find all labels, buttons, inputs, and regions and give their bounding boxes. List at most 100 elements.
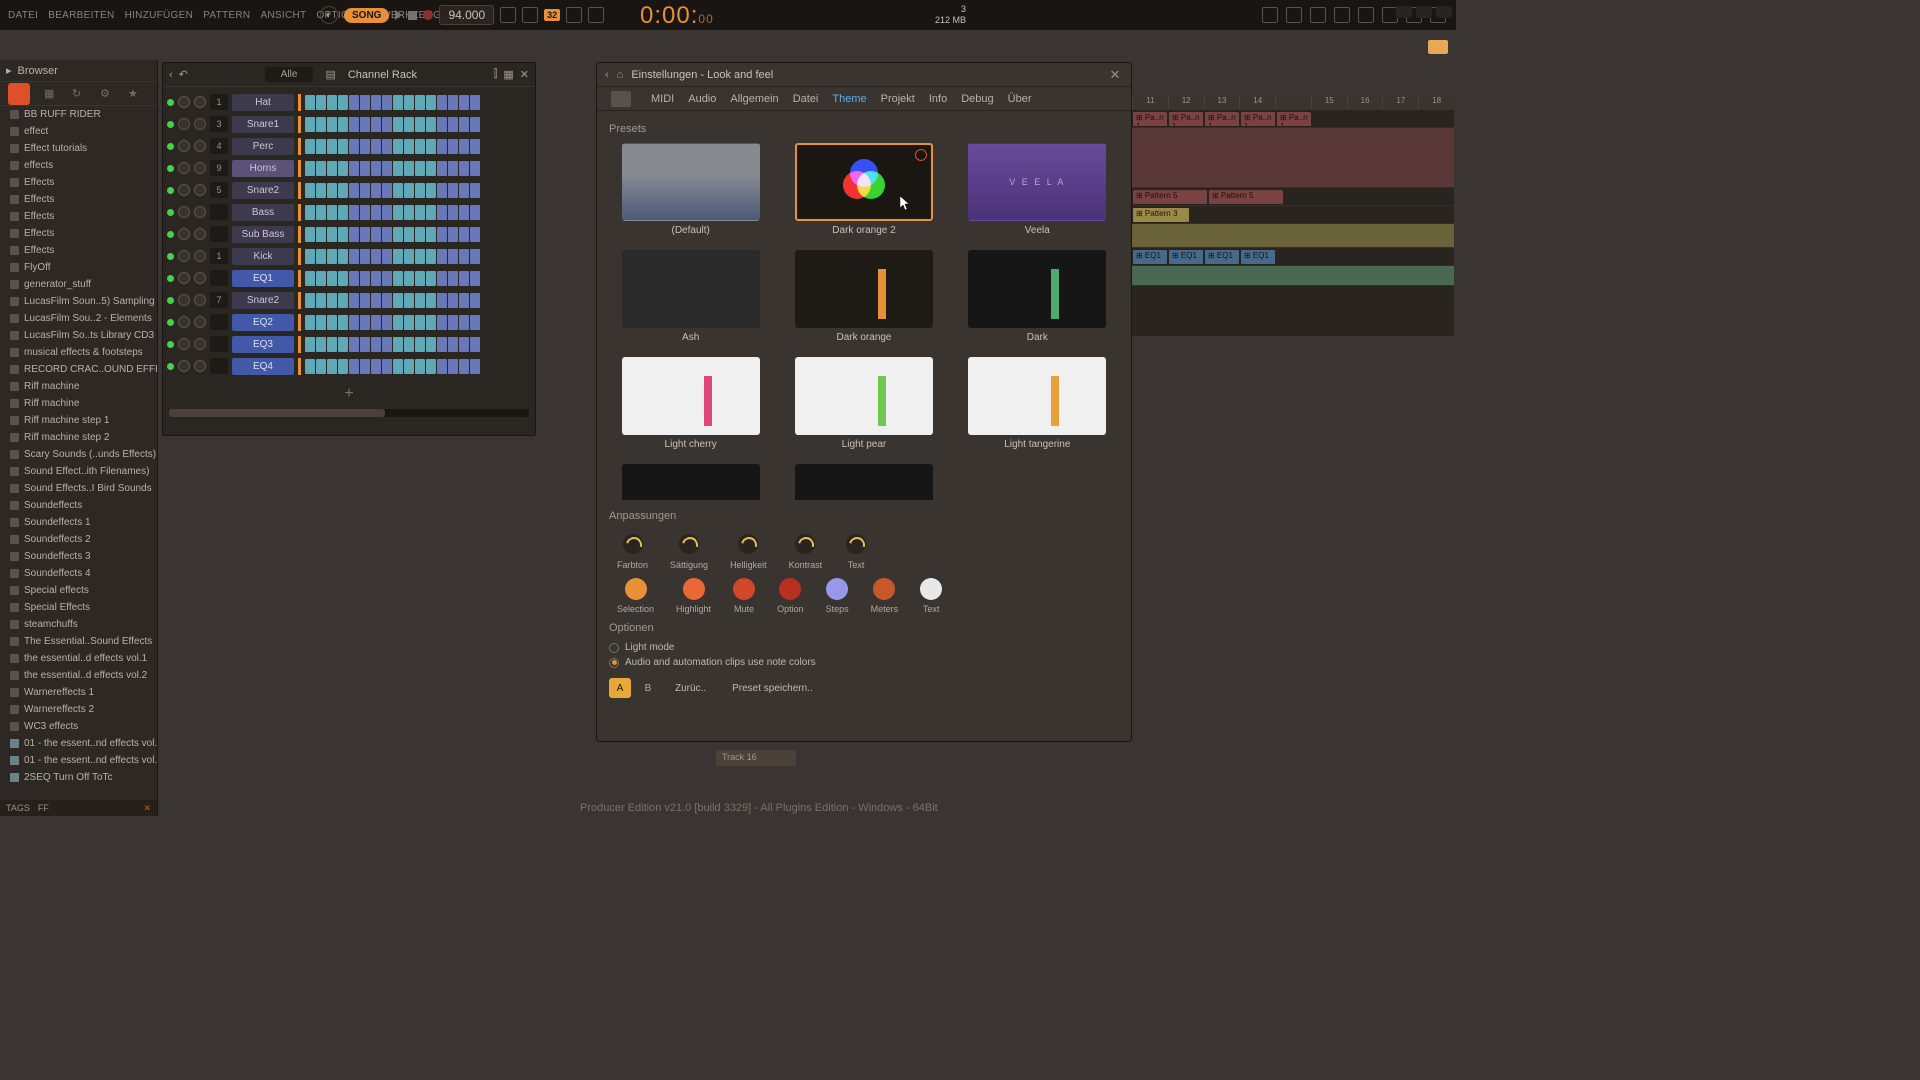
menu-pattern[interactable]: PATTERN	[199, 8, 254, 23]
browser-item[interactable]: BB RUFF RIDER	[0, 106, 157, 123]
step[interactable]	[382, 293, 392, 308]
collapse-icon[interactable]: ▸	[6, 64, 12, 77]
step[interactable]	[426, 337, 436, 352]
reset-button[interactable]: Zurüc..	[665, 680, 716, 697]
pan-knob[interactable]	[178, 360, 190, 372]
step[interactable]	[426, 359, 436, 374]
mute-led[interactable]	[167, 341, 174, 348]
menu-icon[interactable]: ▤	[325, 68, 335, 81]
browser-item[interactable]: RECORD CRAC..OUND EFFECT	[0, 361, 157, 378]
channel-name[interactable]: EQ1	[232, 270, 294, 287]
step[interactable]	[305, 315, 315, 330]
browser-item[interactable]: Riff machine	[0, 378, 157, 395]
channel-number[interactable]: 5	[210, 182, 228, 198]
step[interactable]	[426, 139, 436, 154]
browser-item[interactable]: 01 - the essent..nd effects vol.2	[0, 752, 157, 769]
browser-item[interactable]: Riff machine	[0, 395, 157, 412]
light-mode-option[interactable]: Light mode	[609, 642, 1119, 653]
clip[interactable]: ⊞ Pattern 3	[1133, 208, 1189, 222]
close-button[interactable]	[1436, 6, 1452, 18]
channel-number[interactable]: 1	[210, 94, 228, 110]
step[interactable]	[360, 205, 370, 220]
step[interactable]	[338, 293, 348, 308]
browser-item[interactable]: Effects	[0, 191, 157, 208]
vol-knob[interactable]	[194, 294, 206, 306]
browser-item[interactable]: Soundeffects 1	[0, 514, 157, 531]
step[interactable]	[316, 359, 326, 374]
browser-item[interactable]: generator_stuff	[0, 276, 157, 293]
channel-number[interactable]: 4	[210, 138, 228, 154]
song-mode-button[interactable]: SONG	[344, 8, 389, 23]
step[interactable]	[393, 359, 403, 374]
color-swatch[interactable]	[873, 578, 895, 600]
knob-dial[interactable]	[844, 532, 868, 556]
close-icon[interactable]: ✕	[520, 68, 529, 81]
mute-led[interactable]	[167, 319, 174, 326]
tab-midi[interactable]: MIDI	[651, 93, 674, 105]
step[interactable]	[305, 337, 315, 352]
channel-number[interactable]: 9	[210, 160, 228, 176]
vol-knob[interactable]	[194, 206, 206, 218]
browser-item[interactable]: the essential..d effects vol.1	[0, 650, 157, 667]
step[interactable]	[327, 249, 337, 264]
browser-item[interactable]: Sound Effect..ith Filenames)	[0, 463, 157, 480]
tab-projekt[interactable]: Projekt	[881, 93, 915, 105]
tag-close-icon[interactable]: ✕	[143, 803, 151, 814]
step[interactable]	[349, 161, 359, 176]
step[interactable]	[349, 227, 359, 242]
preset-dark[interactable]: Dark	[956, 250, 1119, 343]
step[interactable]	[415, 139, 425, 154]
mute-led[interactable]	[167, 209, 174, 216]
step[interactable]	[459, 337, 469, 352]
step[interactable]	[437, 293, 447, 308]
pan-knob[interactable]	[178, 206, 190, 218]
tab-theme[interactable]: Theme	[832, 93, 866, 105]
channel-selector[interactable]	[298, 226, 301, 243]
step[interactable]	[349, 359, 359, 374]
pan-knob[interactable]	[178, 96, 190, 108]
channel-name[interactable]: Sub Bass	[232, 226, 294, 243]
channel-name[interactable]: Snare1	[232, 116, 294, 133]
browser-item[interactable]: LucasFilm Soun..5) Sampling	[0, 293, 157, 310]
step[interactable]	[371, 139, 381, 154]
folder-icon[interactable]: ▦	[44, 87, 58, 101]
clip[interactable]: ⊞ Pa..n 1	[1133, 112, 1167, 126]
mute-led[interactable]	[167, 187, 174, 194]
pan-knob[interactable]	[178, 294, 190, 306]
step[interactable]	[360, 117, 370, 132]
step[interactable]	[470, 337, 480, 352]
step[interactable]	[349, 271, 359, 286]
channel-selector[interactable]	[298, 94, 301, 111]
color-option[interactable]: Option	[777, 578, 804, 614]
step[interactable]	[338, 117, 348, 132]
color-steps[interactable]: Steps	[826, 578, 849, 614]
step-icon[interactable]	[566, 7, 582, 23]
step[interactable]	[305, 117, 315, 132]
tab-allgemein[interactable]: Allgemein	[730, 93, 778, 105]
step[interactable]	[349, 205, 359, 220]
step[interactable]	[404, 337, 414, 352]
step[interactable]	[393, 293, 403, 308]
step[interactable]	[470, 249, 480, 264]
step[interactable]	[415, 271, 425, 286]
step[interactable]	[349, 293, 359, 308]
step[interactable]	[371, 161, 381, 176]
channel-selector[interactable]	[298, 204, 301, 221]
step[interactable]	[349, 337, 359, 352]
step[interactable]	[404, 271, 414, 286]
channel-number[interactable]: 1	[210, 248, 228, 264]
channel-selector[interactable]	[298, 116, 301, 133]
step[interactable]	[415, 359, 425, 374]
browser-item[interactable]: effects	[0, 157, 157, 174]
menu-bearbeiten[interactable]: BEARBEITEN	[44, 8, 118, 23]
step[interactable]	[426, 183, 436, 198]
step[interactable]	[349, 95, 359, 110]
step[interactable]	[305, 271, 315, 286]
pattern-selector-icon[interactable]: ◐	[320, 6, 338, 24]
step[interactable]	[371, 315, 381, 330]
channel-selector[interactable]	[298, 182, 301, 199]
channel-name[interactable]: EQ2	[232, 314, 294, 331]
step[interactable]	[316, 205, 326, 220]
step[interactable]	[382, 161, 392, 176]
channel-selector[interactable]	[298, 248, 301, 265]
